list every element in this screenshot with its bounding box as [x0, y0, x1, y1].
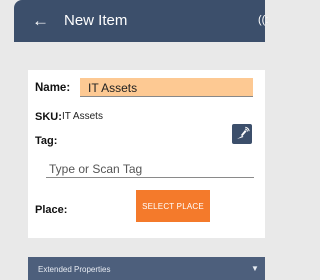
- name-value: IT Assets: [88, 81, 138, 95]
- item-form-card: Name: IT Assets SKU: IT Assets Tag: Plac…: [28, 70, 265, 238]
- scan-tag-icon: [237, 126, 250, 139]
- scan-tag-button[interactable]: [232, 124, 252, 144]
- partial-header-icon[interactable]: ((:: [258, 11, 268, 29]
- sku-label: SKU:: [35, 111, 62, 123]
- chevron-down-icon: ▼: [251, 264, 259, 273]
- sku-value: IT Assets: [62, 111, 103, 122]
- tag-label: Tag:: [35, 135, 58, 147]
- back-arrow-icon[interactable]: ←: [32, 10, 49, 32]
- page-title: New Item: [64, 12, 128, 29]
- place-label: Place:: [35, 204, 68, 216]
- app-header: ← New Item ((:: [14, 0, 268, 42]
- name-field[interactable]: IT Assets: [80, 78, 253, 97]
- tag-input[interactable]: [46, 160, 254, 178]
- extended-properties-toggle[interactable]: Extended Properties ▼: [28, 257, 265, 280]
- name-label: Name:: [35, 82, 71, 94]
- select-place-button[interactable]: SELECT PLACE: [136, 190, 210, 222]
- extended-properties-label: Extended Properties: [38, 265, 111, 274]
